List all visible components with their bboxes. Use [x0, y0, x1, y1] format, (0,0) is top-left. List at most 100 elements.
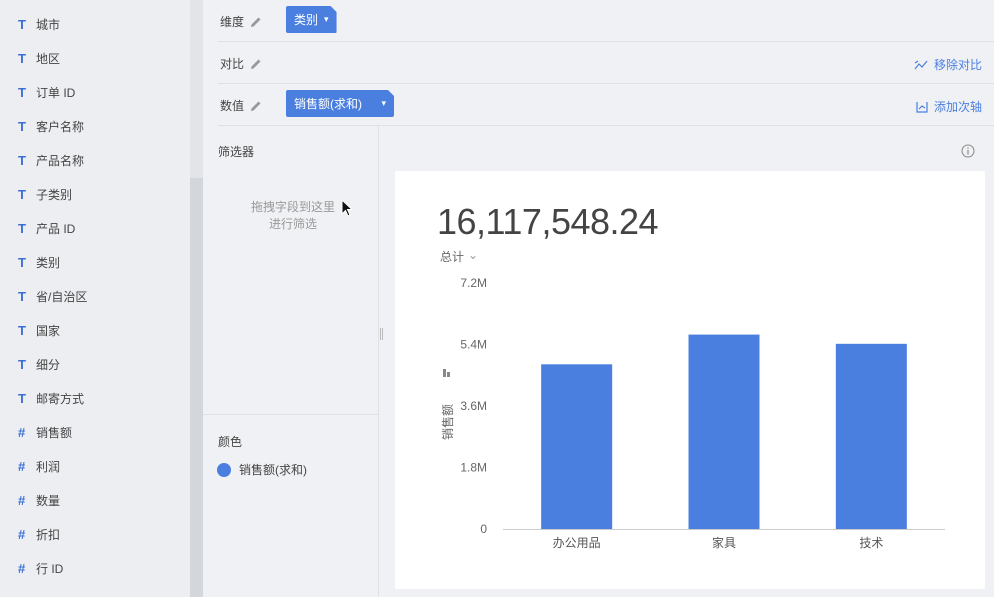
field-list-item[interactable]: # 折扣	[18, 524, 183, 544]
field-list-scrollbar-thumb[interactable]	[190, 178, 203, 597]
field-list-item[interactable]: T 类别	[18, 252, 183, 272]
compare-row: 对比 移除对比	[218, 42, 994, 84]
field-list-item[interactable]: T 细分	[18, 354, 183, 374]
field-list-item[interactable]: T 国家	[18, 320, 183, 340]
text-field-icon: T	[18, 390, 26, 406]
y-tick-label: 0	[480, 522, 487, 536]
bar	[688, 334, 760, 529]
dimension-row: 维度 类别 ▾	[218, 0, 994, 42]
field-list-item[interactable]: # 利润	[18, 456, 183, 476]
remove-compare-label: 移除对比	[933, 58, 982, 72]
field-list-item[interactable]: # 数量	[18, 490, 183, 510]
axis-icon	[916, 101, 928, 113]
y-tick-label: 1.8M	[460, 461, 487, 475]
field-label: 邮寄方式	[36, 391, 85, 406]
field-label: 产品名称	[36, 153, 85, 168]
value-row: 数值 销售额(求和) ▾ 添加次轴	[218, 84, 994, 126]
filter-drop-zone[interactable]: 拖拽字段到这里 进行筛选	[233, 199, 353, 233]
field-list-item[interactable]: # 行 ID	[18, 558, 183, 578]
color-item-label: 销售额(求和)	[239, 463, 307, 477]
field-list-item[interactable]: T 省/自治区	[18, 286, 183, 306]
edit-pencil-icon[interactable]	[250, 100, 262, 112]
field-list-item[interactable]: T 子类别	[18, 184, 183, 204]
number-field-icon: #	[18, 492, 26, 508]
field-label: 折扣	[36, 527, 61, 542]
add-secondary-axis-button[interactable]: 添加次轴	[916, 98, 982, 115]
remove-compare-button[interactable]: 移除对比	[914, 56, 982, 73]
field-label: 子类别	[36, 187, 73, 202]
text-field-icon: T	[18, 152, 26, 168]
field-list-item[interactable]: T 地区	[18, 48, 183, 68]
dimension-label: 维度	[220, 15, 245, 29]
field-list-item[interactable]: # 销售额	[18, 422, 183, 442]
number-field-icon: #	[18, 560, 26, 576]
x-tick-label: 家具	[712, 535, 736, 550]
field-list-panel: T 城市 T 地区 T 订单 ID T 客户名称 T 产品名称 T 子类别 T 产品 ID T 类别 T 省/自治…	[0, 0, 190, 597]
field-label: 地区	[36, 51, 61, 66]
color-swatch	[217, 462, 231, 477]
text-field-icon: T	[18, 220, 26, 236]
drop-hint-line2: 进行筛选	[268, 217, 317, 231]
info-icon[interactable]	[961, 144, 975, 158]
x-tick-label: 技术	[859, 536, 883, 550]
field-label: 细分	[36, 357, 61, 372]
value-pill[interactable]: 销售额(求和) ▾	[286, 90, 394, 117]
filters-panel: 筛选器 拖拽字段到这里 进行筛选 颜色 销售额(求和)	[203, 125, 379, 597]
y-tick-label: 5.4M	[460, 338, 487, 352]
value-label-wrap: 数值	[220, 97, 262, 114]
axis-sort-icon	[443, 369, 446, 377]
y-axis-label: 销售额	[440, 404, 455, 440]
color-title: 颜色	[218, 435, 243, 449]
text-field-icon: T	[18, 288, 26, 304]
field-label: 城市	[36, 17, 61, 32]
field-label: 订单 ID	[36, 85, 76, 100]
chevron-down-icon: ▾	[324, 14, 329, 24]
field-list-item[interactable]: T 产品 ID	[18, 218, 183, 238]
number-field-icon: #	[18, 458, 26, 474]
panel-resize-handle[interactable]	[380, 328, 383, 340]
text-field-icon: T	[18, 322, 26, 338]
field-list-item[interactable]: T 产品名称	[18, 150, 183, 170]
filters-title: 筛选器	[218, 145, 255, 159]
field-label: 数量	[36, 493, 61, 508]
value-label: 数值	[220, 99, 245, 113]
edit-pencil-icon[interactable]	[250, 16, 262, 28]
value-pill-label: 销售额(求和)	[294, 97, 362, 111]
dimension-label-wrap: 维度	[220, 13, 262, 30]
field-label: 省/自治区	[36, 289, 88, 304]
edit-pencil-icon[interactable]	[250, 58, 262, 70]
number-field-icon: #	[18, 424, 26, 440]
mouse-cursor-icon	[341, 199, 353, 217]
text-field-icon: T	[18, 16, 26, 32]
field-label: 客户名称	[36, 119, 85, 134]
field-label: 产品 ID	[36, 221, 76, 236]
field-label: 利润	[36, 459, 61, 474]
dimension-pill[interactable]: 类别 ▾	[286, 6, 337, 33]
field-label: 国家	[36, 323, 61, 338]
text-field-icon: T	[18, 254, 26, 270]
config-area: 维度 类别 ▾ 对比 移除对比 数值 销售额(求和) ▾ 添加次轴	[203, 0, 994, 126]
field-list-item[interactable]: T 客户名称	[18, 116, 183, 136]
color-legend-item[interactable]: 销售额(求和)	[217, 461, 367, 478]
compare-label-wrap: 对比	[220, 55, 262, 72]
field-list-item[interactable]: T 城市	[18, 14, 183, 34]
number-field-icon: #	[18, 526, 26, 542]
compare-label: 对比	[220, 57, 245, 71]
text-field-icon: T	[18, 186, 26, 202]
bar	[541, 364, 613, 529]
compare-icon	[914, 60, 928, 69]
axis-sort-icon	[447, 372, 450, 377]
color-section: 颜色 销售额(求和)	[203, 414, 378, 477]
y-tick-label: 7.2M	[460, 276, 487, 290]
text-field-icon: T	[18, 50, 26, 66]
dimension-pill-label: 类别	[294, 13, 319, 27]
field-list-item[interactable]: T 邮寄方式	[18, 388, 183, 408]
field-list-item[interactable]: T 订单 ID	[18, 82, 183, 102]
add-secondary-axis-label: 添加次轴	[933, 100, 982, 114]
chevron-down-icon: ▾	[381, 98, 386, 108]
field-label: 销售额	[36, 425, 73, 440]
y-tick-label: 3.6M	[460, 399, 487, 413]
field-label: 类别	[36, 255, 61, 270]
x-tick-label: 办公用品	[553, 535, 601, 550]
bar-chart: 0 1.8M 3.6M 5.4M 7.2M 销售额办公用品 家具 技术	[440, 276, 945, 550]
